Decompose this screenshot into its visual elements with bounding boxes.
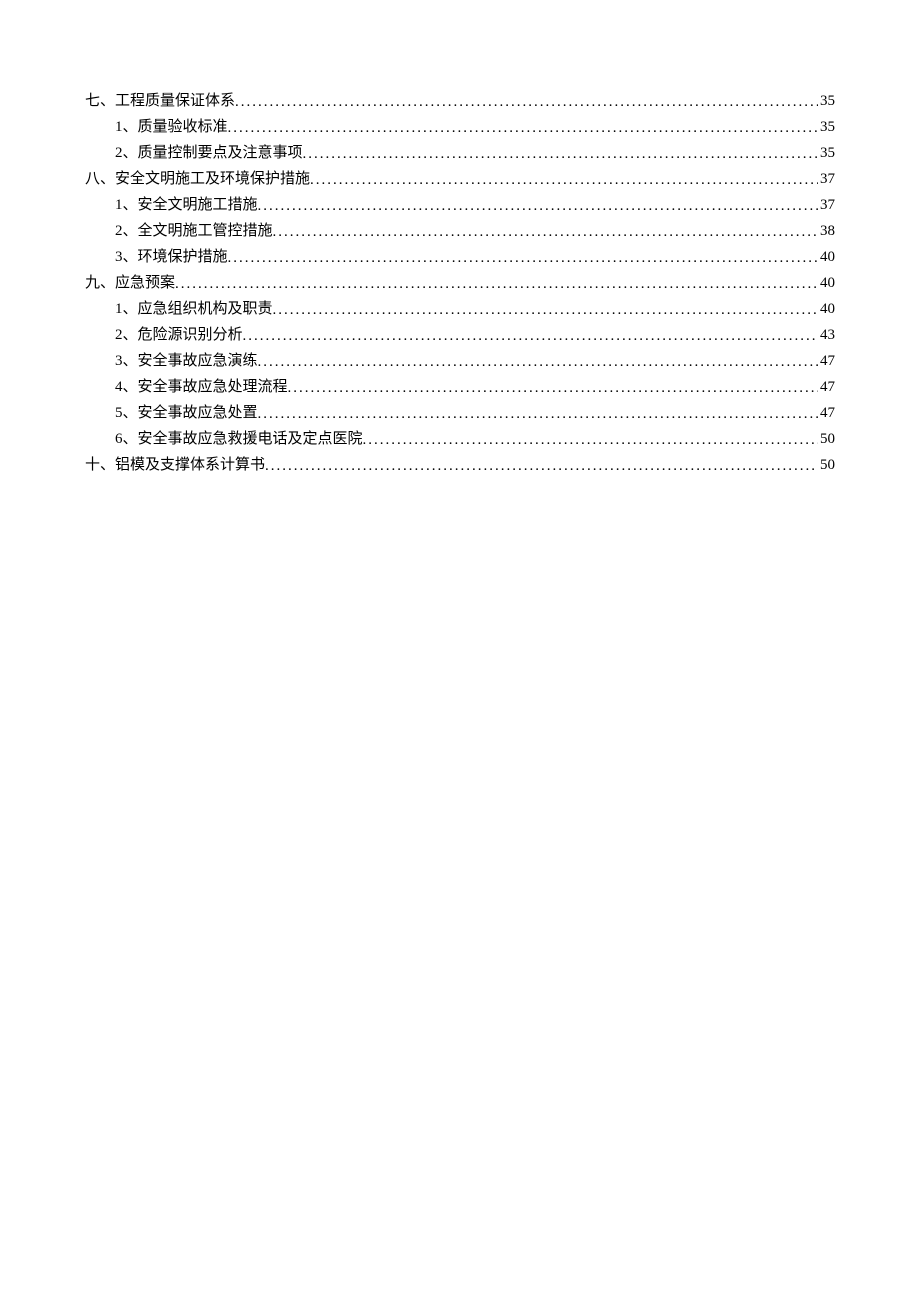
- toc-entry: 2、危险源识别分析 43: [115, 322, 835, 348]
- toc-label: 1、安全文明施工措施: [115, 192, 258, 218]
- toc-entry: 十、铝模及支撑体系计算书 50: [85, 452, 835, 478]
- toc-label: 1、应急组织机构及职责: [115, 296, 273, 322]
- toc-label: 3、安全事故应急演练: [115, 348, 258, 374]
- toc-leader-dots: [273, 297, 818, 323]
- toc-entry: 1、应急组织机构及职责 40: [115, 296, 835, 322]
- toc-entry: 七、工程质量保证体系 35: [85, 88, 835, 114]
- toc-leader-dots: [235, 89, 818, 115]
- toc-entry: 4、安全事故应急处理流程 47: [115, 374, 835, 400]
- document-page: 七、工程质量保证体系 35 1、质量验收标准 35 2、质量控制要点及注意事项 …: [0, 0, 920, 478]
- toc-leader-dots: [228, 115, 818, 141]
- toc-entry: 1、质量验收标准 35: [115, 114, 835, 140]
- toc-leader-dots: [310, 167, 818, 193]
- toc-label: 2、质量控制要点及注意事项: [115, 140, 303, 166]
- toc-page-number: 47: [818, 400, 835, 426]
- toc-leader-dots: [258, 349, 818, 375]
- toc-entry: 3、安全事故应急演练 47: [115, 348, 835, 374]
- toc-page-number: 35: [818, 88, 835, 114]
- toc-leader-dots: [363, 427, 818, 453]
- toc-page-number: 35: [818, 140, 835, 166]
- toc-label: 6、安全事故应急救援电话及定点医院: [115, 426, 363, 452]
- toc-entry: 2、质量控制要点及注意事项 35: [115, 140, 835, 166]
- toc-entry: 5、安全事故应急处置 47: [115, 400, 835, 426]
- toc-page-number: 40: [818, 244, 835, 270]
- toc-page-number: 37: [818, 192, 835, 218]
- toc-entry: 1、安全文明施工措施 37: [115, 192, 835, 218]
- toc-leader-dots: [258, 401, 818, 427]
- toc-page-number: 47: [818, 348, 835, 374]
- toc-label: 4、安全事故应急处理流程: [115, 374, 288, 400]
- toc-page-number: 40: [818, 296, 835, 322]
- toc-leader-dots: [265, 453, 818, 479]
- toc-entry: 2、全文明施工管控措施 38: [115, 218, 835, 244]
- toc-label: 3、环境保护措施: [115, 244, 228, 270]
- toc-page-number: 43: [818, 322, 835, 348]
- toc-leader-dots: [288, 375, 818, 401]
- toc-label: 2、危险源识别分析: [115, 322, 243, 348]
- toc-page-number: 35: [818, 114, 835, 140]
- toc-label: 九、应急预案: [85, 270, 175, 296]
- toc-label: 2、全文明施工管控措施: [115, 218, 273, 244]
- toc-leader-dots: [303, 141, 818, 167]
- toc-page-number: 50: [818, 452, 835, 478]
- toc-entry: 九、应急预案 40: [85, 270, 835, 296]
- toc-label: 八、安全文明施工及环境保护措施: [85, 166, 310, 192]
- toc-leader-dots: [228, 245, 818, 271]
- toc-page-number: 37: [818, 166, 835, 192]
- toc-page-number: 38: [818, 218, 835, 244]
- toc-leader-dots: [243, 323, 818, 349]
- toc-page-number: 47: [818, 374, 835, 400]
- toc-label: 5、安全事故应急处置: [115, 400, 258, 426]
- toc-label: 1、质量验收标准: [115, 114, 228, 140]
- toc-page-number: 40: [818, 270, 835, 296]
- toc-entry: 3、环境保护措施 40: [115, 244, 835, 270]
- toc-leader-dots: [258, 193, 818, 219]
- toc-entry: 八、安全文明施工及环境保护措施 37: [85, 166, 835, 192]
- toc-page-number: 50: [818, 426, 835, 452]
- toc-label: 十、铝模及支撑体系计算书: [85, 452, 265, 478]
- table-of-contents: 七、工程质量保证体系 35 1、质量验收标准 35 2、质量控制要点及注意事项 …: [85, 88, 835, 478]
- toc-entry: 6、安全事故应急救援电话及定点医院 50: [115, 426, 835, 452]
- toc-leader-dots: [273, 219, 818, 245]
- toc-leader-dots: [175, 271, 818, 297]
- toc-label: 七、工程质量保证体系: [85, 88, 235, 114]
